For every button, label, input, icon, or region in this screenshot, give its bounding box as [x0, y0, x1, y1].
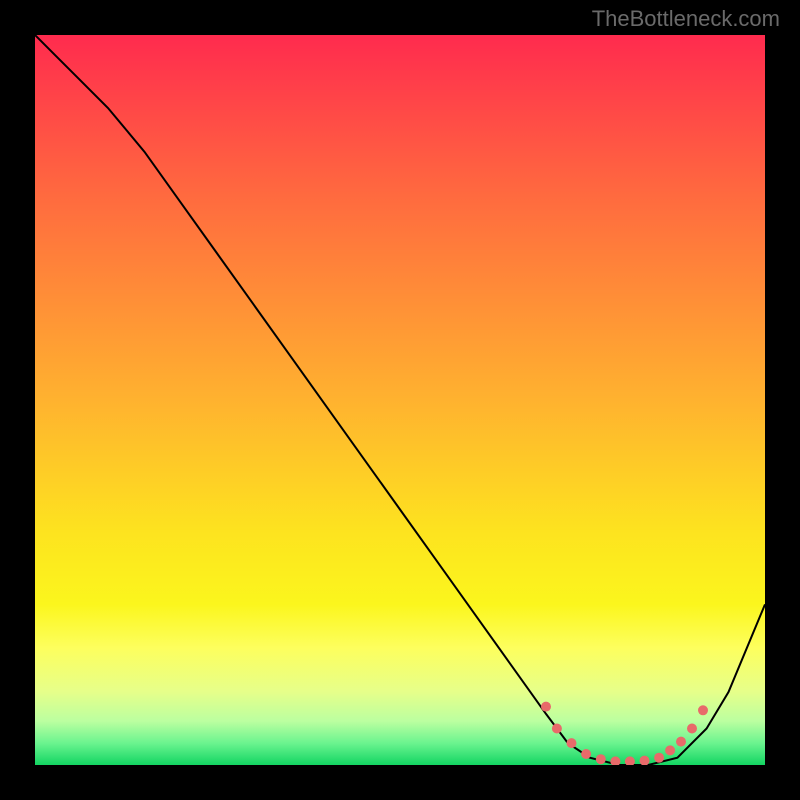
optimal-marker-dot: [698, 705, 708, 715]
optimal-marker-dot: [567, 738, 577, 748]
optimal-marker-dot: [596, 754, 606, 764]
optimal-marker-dot: [676, 737, 686, 747]
heatmap-background: [35, 35, 765, 765]
chart-svg: [35, 35, 765, 765]
optimal-marker-dot: [581, 749, 591, 759]
chart-plot-area: [35, 35, 765, 765]
optimal-marker-dot: [552, 724, 562, 734]
optimal-marker-dot: [687, 724, 697, 734]
optimal-marker-dot: [654, 753, 664, 763]
optimal-marker-dot: [665, 745, 675, 755]
optimal-marker-dot: [541, 702, 551, 712]
watermark-text: TheBottleneck.com: [592, 6, 780, 32]
